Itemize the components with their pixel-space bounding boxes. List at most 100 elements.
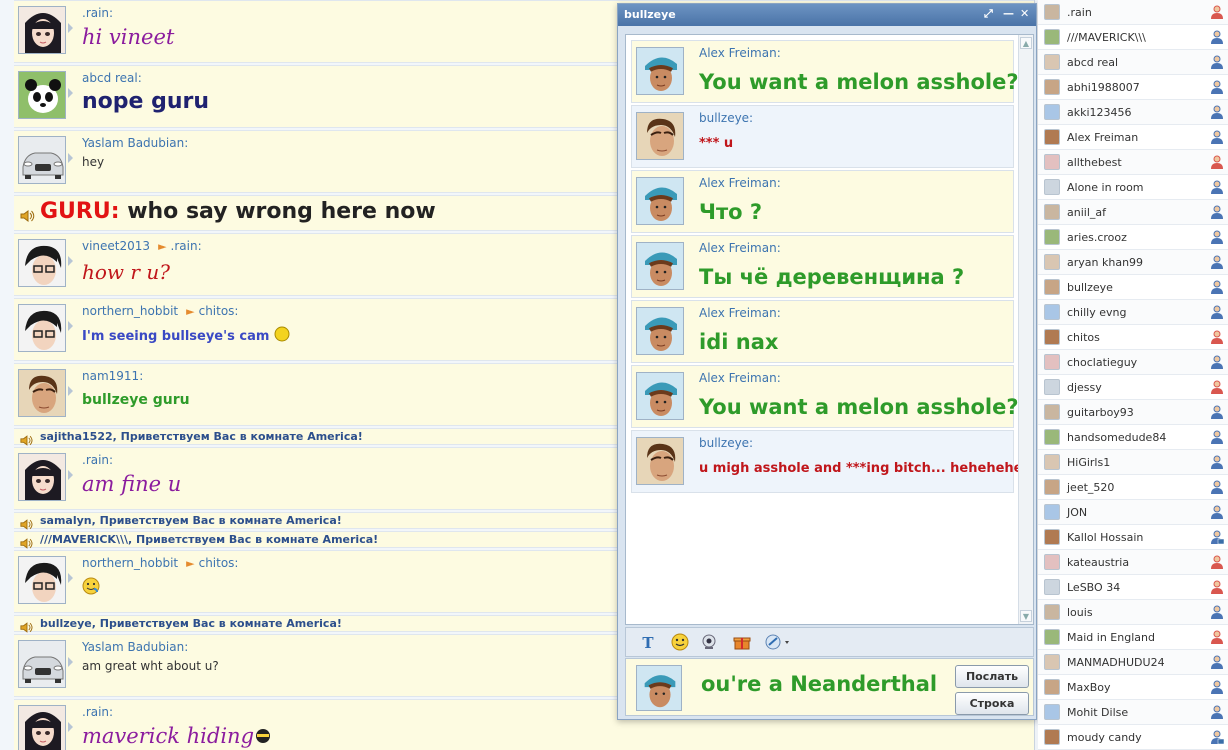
avatar[interactable] <box>18 556 66 604</box>
male-user-cam-icon[interactable] <box>1210 730 1225 745</box>
sender-name[interactable]: bullzeye: <box>699 436 753 450</box>
sender-label[interactable]: nam1911: <box>82 369 143 383</box>
sender-name[interactable]: vineet2013 ► .rain: <box>82 239 202 253</box>
male-user-icon[interactable] <box>1210 455 1224 470</box>
minimize-icon[interactable]: — <box>1003 7 1014 20</box>
male-user-icon[interactable] <box>1210 405 1224 420</box>
user-name[interactable]: djessy <box>1067 381 1102 394</box>
sender-label[interactable]: Yaslam Badubian: <box>82 136 188 150</box>
private-message-log[interactable]: Alex Freiman: You want a melon asshole? bu… <box>625 34 1034 625</box>
sender-label[interactable]: abcd real: <box>82 71 142 85</box>
avatar[interactable] <box>18 239 66 287</box>
newline-button[interactable]: Строка <box>955 692 1029 715</box>
female-user-icon[interactable] <box>1210 155 1224 170</box>
male-user-icon[interactable] <box>1210 105 1224 120</box>
scrollbar[interactable]: ▲ ▼ <box>1018 35 1033 624</box>
recipient-label[interactable]: chitos: <box>199 556 239 570</box>
male-user-icon[interactable] <box>1210 205 1224 220</box>
sender-name[interactable]: northern_hobbit ► chitos: <box>82 304 238 318</box>
sender-label[interactable]: vineet2013 <box>82 239 150 253</box>
male-user-icon[interactable] <box>1210 230 1224 245</box>
sender-label[interactable]: northern_hobbit <box>82 304 178 318</box>
user-name[interactable]: aniil_af <box>1067 206 1106 219</box>
user-row[interactable]: louis <box>1038 600 1228 625</box>
user-row[interactable]: bullzeye <box>1038 275 1228 300</box>
sender-label[interactable]: northern_hobbit <box>82 556 178 570</box>
user-row[interactable]: choclatieguy <box>1038 350 1228 375</box>
male-user-icon[interactable] <box>1210 280 1224 295</box>
user-name[interactable]: MANMADHUDU24 <box>1067 656 1165 669</box>
user-name[interactable]: aryan khan99 <box>1067 256 1143 269</box>
user-name[interactable]: louis <box>1067 606 1093 619</box>
user-name[interactable]: Kallol Hossain <box>1067 531 1143 544</box>
recipient-label[interactable]: chitos: <box>199 304 239 318</box>
scroll-up-icon[interactable]: ▲ <box>1020 37 1032 49</box>
avatar[interactable] <box>18 453 66 501</box>
user-row[interactable]: HiGirls1 <box>1038 450 1228 475</box>
send-button[interactable]: Послать <box>955 665 1029 688</box>
user-name[interactable]: guitarboy93 <box>1067 406 1134 419</box>
female-user-icon[interactable] <box>1210 580 1224 595</box>
sender-label[interactable]: .rain: <box>82 6 113 20</box>
user-name[interactable]: Alex Freiman <box>1067 131 1138 144</box>
draw-icon[interactable] <box>764 633 792 653</box>
webcam-icon[interactable] <box>699 633 719 653</box>
user-name[interactable]: chitos <box>1067 331 1100 344</box>
avatar[interactable] <box>636 177 684 225</box>
user-name[interactable]: chilly evng <box>1067 306 1126 319</box>
user-name[interactable]: kateaustria <box>1067 556 1129 569</box>
sender-name[interactable]: Alex Freiman: <box>699 176 781 190</box>
sender-name[interactable]: nam1911: <box>82 369 143 383</box>
male-user-icon[interactable] <box>1210 55 1224 70</box>
user-row[interactable]: MANMADHUDU24 <box>1038 650 1228 675</box>
user-name[interactable]: akki123456 <box>1067 106 1132 119</box>
gift-icon[interactable] <box>732 633 752 653</box>
user-row[interactable]: Mohit Dilse <box>1038 700 1228 725</box>
male-user-icon[interactable] <box>1210 30 1224 45</box>
user-name[interactable]: HiGirls1 <box>1067 456 1110 469</box>
male-user-cam-icon[interactable] <box>1210 530 1225 545</box>
female-user-icon[interactable] <box>1210 330 1224 345</box>
scroll-down-icon[interactable]: ▼ <box>1020 610 1032 622</box>
user-row[interactable]: moudy candy <box>1038 725 1228 750</box>
avatar[interactable] <box>18 369 66 417</box>
user-row[interactable]: handsomedude84 <box>1038 425 1228 450</box>
user-row[interactable]: aries.crooz <box>1038 225 1228 250</box>
male-user-icon[interactable] <box>1210 130 1224 145</box>
male-user-icon[interactable] <box>1210 180 1224 195</box>
sender-name[interactable]: bullzeye: <box>699 111 753 125</box>
avatar[interactable] <box>18 705 66 750</box>
user-row[interactable]: djessy <box>1038 375 1228 400</box>
sender-name[interactable]: Alex Freiman: <box>699 241 781 255</box>
male-user-icon[interactable] <box>1210 355 1224 370</box>
close-icon[interactable]: ✕ <box>1020 7 1029 20</box>
female-user-icon[interactable] <box>1210 630 1224 645</box>
user-row[interactable]: Maid in England <box>1038 625 1228 650</box>
user-name[interactable]: abcd real <box>1067 56 1118 69</box>
user-name[interactable]: MaxBoy <box>1067 681 1111 694</box>
user-name[interactable]: moudy candy <box>1067 731 1142 744</box>
male-user-icon[interactable] <box>1210 255 1224 270</box>
message-input[interactable]: ou're a Neanderthal <box>701 672 937 696</box>
private-chat-window[interactable]: bullzeye ⤢ — ✕ Alex Freiman: You want a m… <box>617 3 1037 720</box>
sender-name[interactable]: abcd real: <box>82 71 142 85</box>
user-row[interactable]: kateaustria <box>1038 550 1228 575</box>
message-input-area[interactable]: ou're a Neanderthal Послать Строка <box>625 658 1034 716</box>
male-user-icon[interactable] <box>1210 80 1224 95</box>
user-row[interactable]: jeet_520 <box>1038 475 1228 500</box>
sender-label[interactable]: .rain: <box>82 453 113 467</box>
text-format-icon[interactable]: T <box>638 633 658 653</box>
avatar[interactable] <box>636 307 684 355</box>
sender-name[interactable]: .rain: <box>82 705 113 719</box>
avatar[interactable] <box>18 304 66 352</box>
private-window-titlebar[interactable]: bullzeye ⤢ — ✕ <box>618 4 1036 26</box>
restore-icon[interactable]: ⤢ <box>984 7 993 21</box>
user-name[interactable]: aries.crooz <box>1067 231 1127 244</box>
avatar[interactable] <box>636 242 684 290</box>
user-row[interactable]: .rain <box>1038 0 1228 25</box>
user-name[interactable]: bullzeye <box>1067 281 1113 294</box>
user-name[interactable]: handsomedude84 <box>1067 431 1166 444</box>
sender-label[interactable]: .rain: <box>82 705 113 719</box>
male-user-icon[interactable] <box>1210 655 1224 670</box>
avatar[interactable] <box>18 71 66 119</box>
